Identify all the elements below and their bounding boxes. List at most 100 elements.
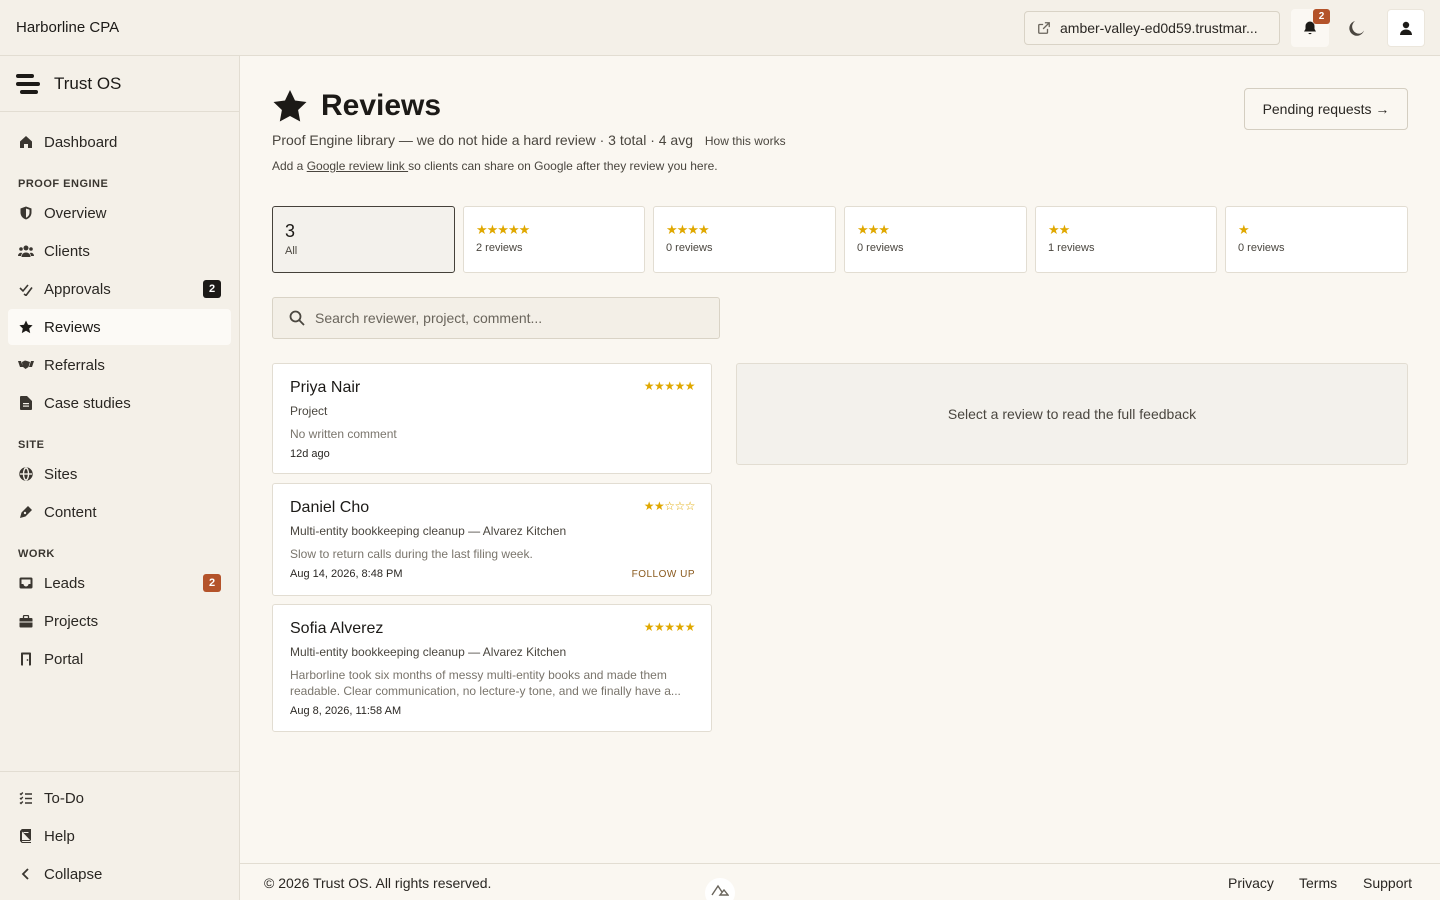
review-rating: ★★★★★ <box>643 620 696 634</box>
reviewer-name: Priya Nair <box>290 379 361 396</box>
users-icon <box>18 243 34 259</box>
footer-link-terms[interactable]: Terms <box>1299 875 1337 891</box>
sidebar-item-label: Projects <box>44 612 99 630</box>
sidebar-item-label: Dashboard <box>44 133 118 151</box>
nav-section-proof-engine: PROOF ENGINE <box>18 178 109 190</box>
org-name: Harborline CPA <box>16 19 120 36</box>
sidebar-item-approvals[interactable]: Approvals 2 <box>8 271 231 307</box>
user-menu-button[interactable] <box>1387 9 1425 47</box>
review-project: Project <box>290 404 328 418</box>
inbox-icon <box>18 575 34 591</box>
pen-nib-icon <box>18 504 34 520</box>
site-link-button[interactable]: amber-valley-ed0d59.trustmar... <box>1024 11 1280 45</box>
leads-count-badge: 2 <box>203 574 221 592</box>
copyright: © 2026 Trust OS. All rights reserved. <box>264 875 492 891</box>
sidebar-item-referrals[interactable]: Referrals <box>8 347 231 383</box>
footer-logo <box>705 878 735 900</box>
sidebar-item-dashboard[interactable]: Dashboard <box>8 124 231 160</box>
sidebar-item-portal[interactable]: Portal <box>8 641 231 677</box>
brand: Trust OS <box>0 56 239 112</box>
list-check-icon <box>18 790 34 806</box>
filter-1-star[interactable]: ★ 0 reviews <box>1225 206 1408 273</box>
search-icon <box>289 310 305 326</box>
filter-2-stars-rating: ★★ <box>1048 222 1070 237</box>
trust-os-logo-icon <box>16 74 40 94</box>
sidebar-item-label: Sites <box>44 465 78 483</box>
star-icon <box>18 319 34 335</box>
filter-all-label: All <box>285 245 298 257</box>
sidebar-item-label: Approvals <box>44 280 111 298</box>
sidebar-item-clients[interactable]: Clients <box>8 233 231 269</box>
sidebar-item-label: Help <box>44 827 75 845</box>
review-date: Aug 8, 2026, 11:58 AM <box>290 705 402 717</box>
review-detail-panel: Select a review to read the full feedbac… <box>736 363 1408 465</box>
brand-name: Trust OS <box>54 74 122 93</box>
footer-link-privacy[interactable]: Privacy <box>1228 875 1274 891</box>
sidebar-item-sites[interactable]: Sites <box>8 456 231 492</box>
sidebar-item-label: Leads <box>44 574 85 592</box>
filter-5-stars-rating: ★★★★★ <box>476 222 530 237</box>
google-review-link[interactable]: Google review link <box>307 159 408 173</box>
sidebar-item-overview[interactable]: Overview <box>8 195 231 231</box>
filter-4-stars-rating: ★★★★ <box>666 222 710 237</box>
sidebar-item-content[interactable]: Content <box>8 494 231 530</box>
subtitle-text: Proof Engine library — we do not hide a … <box>272 132 693 148</box>
review-comment: Slow to return calls during the last fil… <box>290 547 533 561</box>
globe-icon <box>18 466 34 482</box>
sidebar-item-label: Case studies <box>44 394 131 412</box>
review-card-daniel-cho[interactable]: Daniel Cho ★★☆☆☆ Multi-entity bookkeepin… <box>272 483 712 596</box>
filter-1-star-count: 0 reviews <box>1238 242 1285 254</box>
pending-requests-button[interactable]: Pending requests → <box>1244 88 1408 130</box>
reviewer-name: Sofia Alverez <box>290 620 384 637</box>
sidebar-item-help[interactable]: Help <box>8 818 231 854</box>
chevron-left-icon <box>18 866 34 882</box>
review-card-priya-nair[interactable]: Priya Nair ★★★★★ Project No written comm… <box>272 363 712 474</box>
book-icon <box>18 828 34 844</box>
filter-2-stars[interactable]: ★★ 1 reviews <box>1035 206 1217 273</box>
search-box <box>272 297 720 339</box>
sidebar-item-leads[interactable]: Leads 2 <box>8 565 231 601</box>
nav-section-work: WORK <box>18 548 55 560</box>
sidebar-item-projects[interactable]: Projects <box>8 603 231 639</box>
sidebar-item-todo[interactable]: To-Do <box>8 780 231 816</box>
sidebar-item-label: To-Do <box>44 789 85 807</box>
approvals-count-badge: 2 <box>203 280 221 298</box>
footer-link-support[interactable]: Support <box>1363 875 1412 891</box>
briefcase-icon <box>18 613 34 629</box>
sidebar-item-label: Overview <box>44 204 107 222</box>
review-project: Multi-entity bookkeeping cleanup — Alvar… <box>290 524 567 538</box>
external-link-icon <box>1038 22 1050 34</box>
main-content: Reviews Proof Engine library — we do not… <box>240 56 1440 863</box>
google-review-note: Add a Google review link so clients can … <box>272 159 718 173</box>
check-double-icon <box>18 281 34 297</box>
review-card-sofia-alverez[interactable]: Sofia Alverez ★★★★★ Multi-entity bookkee… <box>272 604 712 732</box>
document-icon <box>18 395 34 411</box>
filter-4-stars-count: 0 reviews <box>666 242 713 254</box>
search-input[interactable] <box>315 310 715 326</box>
filter-all[interactable]: 3 All <box>272 206 455 273</box>
sidebar-footer: To-Do Help Collapse <box>0 771 239 900</box>
follow-up-tag: FOLLOW UP <box>631 569 695 580</box>
theme-toggle-button[interactable] <box>1338 9 1376 47</box>
how-this-works-link[interactable]: How this works <box>705 134 786 148</box>
home-icon <box>18 134 34 150</box>
sidebar-item-label: Portal <box>44 650 84 668</box>
reviewer-name: Daniel Cho <box>290 499 370 516</box>
review-comment: No written comment <box>290 427 397 441</box>
sidebar-item-reviews[interactable]: Reviews <box>8 309 231 345</box>
sidebar-item-label: Clients <box>44 242 90 260</box>
filter-5-stars[interactable]: ★★★★★ 2 reviews <box>463 206 645 273</box>
notification-badge: 2 <box>1313 9 1330 24</box>
page-title: Reviews <box>321 89 442 122</box>
google-note-prefix: Add a <box>272 159 307 173</box>
review-rating: ★★☆☆☆ <box>643 499 696 513</box>
filter-4-stars[interactable]: ★★★★ 0 reviews <box>653 206 836 273</box>
sidebar-collapse-button[interactable]: Collapse <box>8 856 231 892</box>
top-bar: Harborline CPA amber-valley-ed0d59.trust… <box>0 0 1440 56</box>
handshake-icon <box>18 357 34 373</box>
moon-icon <box>1349 21 1364 36</box>
google-note-suffix: so clients can share on Google after the… <box>408 159 718 173</box>
sidebar-item-case-studies[interactable]: Case studies <box>8 385 231 421</box>
filter-3-stars[interactable]: ★★★ 0 reviews <box>844 206 1027 273</box>
page-subtitle: Proof Engine library — we do not hide a … <box>272 132 786 148</box>
